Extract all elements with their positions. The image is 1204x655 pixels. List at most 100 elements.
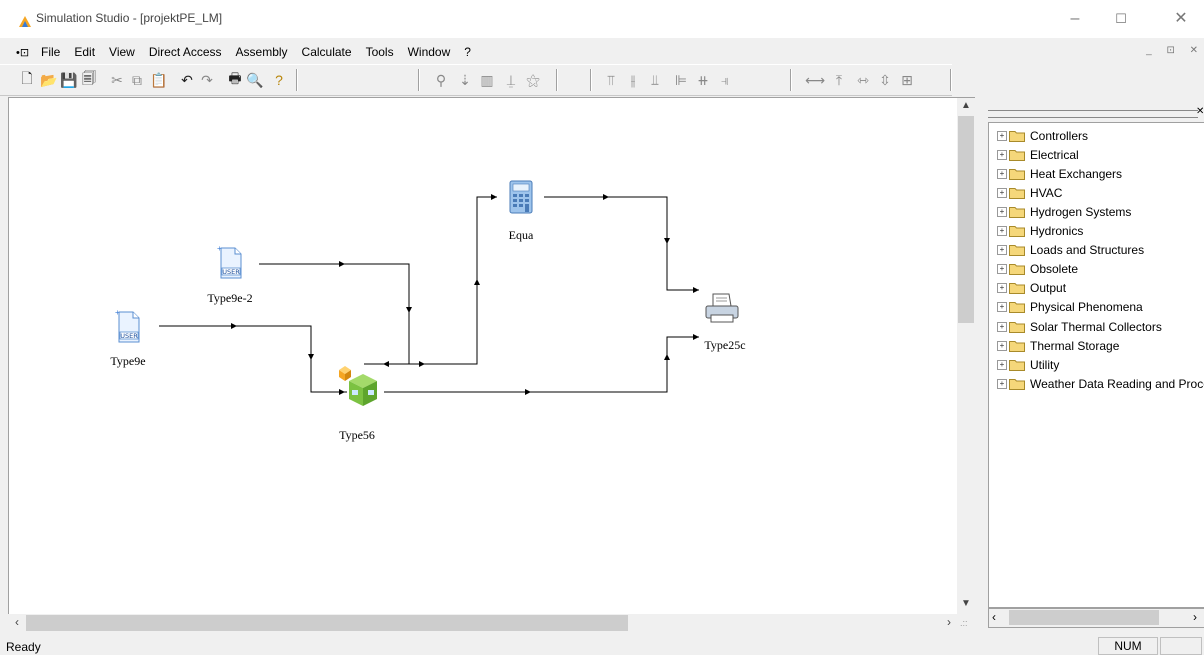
library-folder-item[interactable]: + Utility xyxy=(997,355,1059,374)
expand-plus-icon[interactable]: + xyxy=(997,130,1007,141)
component-label: Equa xyxy=(508,228,534,242)
minimize-button[interactable]: – xyxy=(1052,4,1098,34)
align-right-icon[interactable]: ⫣ xyxy=(716,71,734,89)
print-preview-icon[interactable]: 🔍 xyxy=(246,71,264,89)
expand-plus-icon[interactable]: + xyxy=(997,283,1007,294)
component-type9e[interactable]: USER + xyxy=(113,308,143,344)
scroll-up-icon[interactable]: ▲ xyxy=(957,100,975,111)
library-folder-item[interactable]: + Solar Thermal Collectors xyxy=(997,317,1162,336)
scroll-left-icon[interactable]: ‹ xyxy=(8,615,26,629)
align-left-icon[interactable]: ⊫ xyxy=(672,71,690,89)
panel-close-icon[interactable]: ✕ xyxy=(1196,106,1204,117)
expand-plus-icon[interactable]: + xyxy=(997,264,1007,275)
expand-plus-icon[interactable]: + xyxy=(997,359,1007,370)
scrollbar-thumb[interactable] xyxy=(26,615,628,631)
align-bottom-icon[interactable]: ⫫ xyxy=(646,71,664,89)
library-folder-item[interactable]: + Hydrogen Systems xyxy=(997,202,1131,221)
toolbar-separator xyxy=(418,69,420,91)
library-folder-item[interactable]: + Controllers xyxy=(997,126,1088,145)
open-folder-icon[interactable]: 📂 xyxy=(40,71,58,89)
canvas-vertical-scrollbar[interactable]: ▲ ▼ xyxy=(957,97,975,615)
folder-label: Output xyxy=(1030,281,1067,296)
menu-view[interactable]: View xyxy=(102,45,142,59)
expand-plus-icon[interactable]: + xyxy=(997,149,1007,160)
expand-plus-icon[interactable]: + xyxy=(997,206,1007,217)
menu-help[interactable]: ? xyxy=(457,45,478,59)
component-type9e-2[interactable]: USER + xyxy=(215,244,245,280)
expand-plus-icon[interactable]: + xyxy=(997,378,1007,389)
space-vertical-icon[interactable]: ⤒ xyxy=(830,71,848,89)
library-folder-item[interactable]: + Heat Exchangers xyxy=(997,164,1122,183)
mdi-window-controls[interactable]: _ ⊡ ✕ xyxy=(1146,45,1204,56)
folder-label: Heat Exchangers xyxy=(1030,166,1123,181)
for-loop-icon[interactable]: ⚝ xyxy=(524,71,542,89)
save-icon[interactable]: 💾 xyxy=(60,71,78,89)
maximize-button[interactable]: ☐ xyxy=(1098,4,1144,34)
paste-icon[interactable]: 📋 xyxy=(150,71,168,89)
align-center-icon[interactable]: ⧺ xyxy=(694,71,712,89)
scrollbar-thumb[interactable] xyxy=(1009,610,1159,625)
component-type25c[interactable] xyxy=(703,290,741,326)
expand-plus-icon[interactable]: + xyxy=(997,245,1007,256)
menu-assembly[interactable]: Assembly xyxy=(229,45,295,59)
macro-icon[interactable]: ⍊ xyxy=(502,71,520,89)
folder-icon xyxy=(1009,226,1025,237)
same-width-icon[interactable]: ⇿ xyxy=(854,71,872,89)
move-down-icon[interactable]: ⇣ xyxy=(456,71,474,89)
cut-icon[interactable]: ✂ xyxy=(108,71,126,89)
resize-grip-icon[interactable]: .:: xyxy=(960,618,968,628)
library-folder-item[interactable]: + Thermal Storage xyxy=(997,336,1119,355)
undo-icon[interactable]: ↶ xyxy=(178,71,196,89)
expand-plus-icon[interactable]: + xyxy=(997,321,1007,332)
library-folder-item[interactable]: + Output xyxy=(997,279,1066,298)
library-folder-item[interactable]: + Electrical xyxy=(997,145,1079,164)
library-folder-item[interactable]: + Loads and Structures xyxy=(997,241,1144,260)
library-folder-item[interactable]: + Physical Phenomena xyxy=(997,298,1143,317)
scroll-right-icon[interactable]: › xyxy=(940,615,958,629)
print-icon[interactable]: 🖶 xyxy=(226,70,244,89)
link-components-icon[interactable]: ⚲ xyxy=(432,71,450,89)
same-size-icon[interactable]: ⊞ xyxy=(898,71,916,89)
menu-window[interactable]: Window xyxy=(401,45,458,59)
redo-icon[interactable]: ↷ xyxy=(198,71,216,89)
expand-plus-icon[interactable]: + xyxy=(997,302,1007,313)
component-equa[interactable] xyxy=(505,178,537,216)
space-horizontal-icon[interactable]: ⟷ xyxy=(805,71,825,89)
menu-edit[interactable]: Edit xyxy=(67,45,102,59)
align-top-icon[interactable]: ⫪ xyxy=(602,71,620,89)
help-question-icon[interactable]: ? xyxy=(270,71,288,89)
scroll-left-icon[interactable]: ‹ xyxy=(992,610,996,624)
menu-tools[interactable]: Tools xyxy=(359,45,401,59)
copy-icon[interactable]: ⧉ xyxy=(128,71,146,89)
save-all-icon[interactable]: 🗐 xyxy=(80,70,98,89)
folder-label: Weather Data Reading and Processing xyxy=(1030,376,1204,391)
menu-direct-access[interactable]: Direct Access xyxy=(142,45,229,59)
align-middle-icon[interactable]: ⫲ xyxy=(624,71,642,89)
expand-plus-icon[interactable]: + xyxy=(997,187,1007,198)
folder-label: Hydronics xyxy=(1030,224,1084,238)
canvas-horizontal-scrollbar[interactable]: ‹ › xyxy=(8,614,958,632)
library-horizontal-scrollbar[interactable]: ‹ › xyxy=(988,608,1204,628)
scrollbar-thumb[interactable] xyxy=(958,116,974,323)
menu-calculate[interactable]: Calculate xyxy=(295,45,359,59)
same-height-icon[interactable]: ⇳ xyxy=(876,71,894,89)
mdi-document-icon[interactable]: •⊡ xyxy=(16,46,29,59)
expand-plus-icon[interactable]: + xyxy=(997,340,1007,351)
table-icon[interactable]: ▥ xyxy=(478,71,496,89)
expand-plus-icon[interactable]: + xyxy=(997,226,1007,236)
expand-plus-icon[interactable]: + xyxy=(997,168,1007,179)
new-file-icon[interactable]: 🗋 xyxy=(18,70,36,89)
window-title: Simulation Studio - [projektPE_LM] xyxy=(36,11,223,25)
link-equa-type25c xyxy=(544,196,699,291)
scroll-down-icon[interactable]: ▼ xyxy=(957,598,975,609)
library-folder-item[interactable]: + Weather Data Reading and Processing xyxy=(997,374,1204,393)
scroll-right-icon[interactable]: › xyxy=(1193,610,1197,624)
library-folder-item[interactable]: + Hydronics xyxy=(997,222,1083,241)
menu-file[interactable]: File xyxy=(34,45,67,59)
panel-drag-handle[interactable] xyxy=(988,110,1198,118)
library-folder-item[interactable]: + Obsolete xyxy=(997,260,1078,279)
component-type56[interactable] xyxy=(337,364,385,410)
library-folder-item[interactable]: + HVAC xyxy=(997,183,1062,202)
assembly-canvas[interactable]: USER + Type9e USER + Type9e-2 Equa Type5… xyxy=(8,97,959,615)
close-button[interactable]: ✕ xyxy=(1158,4,1204,34)
